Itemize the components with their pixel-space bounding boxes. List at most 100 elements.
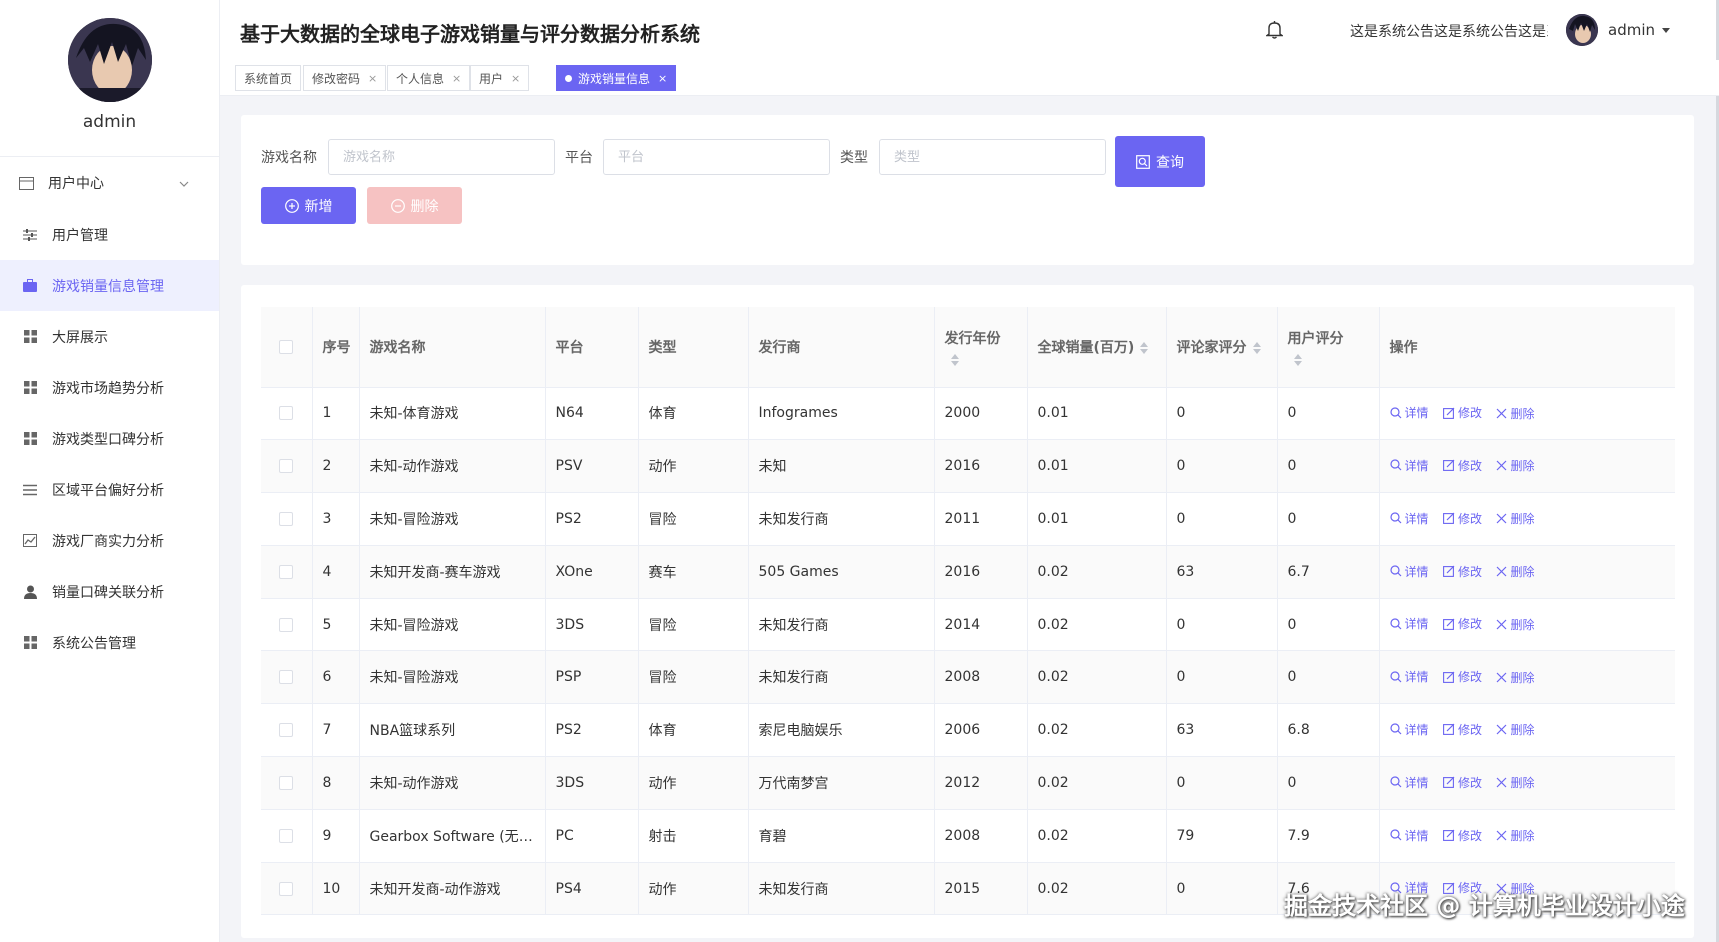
col-header-user-score[interactable]: 用户评分 — [1277, 307, 1380, 388]
sidebar-item-label: 用户管理 — [52, 227, 108, 244]
col-header-year[interactable]: 发行年份 — [934, 307, 1028, 388]
tab-game-sales[interactable]: 游戏销量信息 × — [556, 65, 677, 91]
cell-critic-score: 63 — [1166, 703, 1278, 758]
row-checkbox[interactable] — [279, 881, 293, 896]
row-checkbox[interactable] — [279, 775, 293, 790]
sidebar-item-market-trend[interactable]: 游戏市场趋势分析 — [0, 362, 219, 413]
row-select-cell — [261, 545, 313, 599]
close-icon[interactable]: × — [658, 72, 667, 85]
sort-icon[interactable] — [1293, 353, 1379, 366]
detail-button[interactable]: 详情 — [1389, 563, 1429, 580]
sidebar-item-sales-reputation[interactable]: 销量口碑关联分析 — [0, 566, 219, 617]
delete-label: 删除 — [1510, 617, 1535, 632]
add-button[interactable]: 新增 — [261, 187, 356, 224]
row-checkbox[interactable] — [279, 617, 293, 632]
search-icon — [1389, 776, 1401, 788]
type-input[interactable] — [879, 139, 1106, 175]
detail-button[interactable]: 详情 — [1389, 615, 1429, 632]
col-header-global-sales[interactable]: 全球销量(百万) — [1027, 307, 1167, 388]
detail-button[interactable]: 详情 — [1389, 457, 1429, 474]
edit-button[interactable]: 修改 — [1443, 827, 1482, 844]
bell-icon[interactable] — [1264, 20, 1285, 43]
table-row: 8 未知-动作游戏 3DS 动作 万代南梦宫 2012 0.02 0 0 详情 修改 删除 — [261, 756, 1675, 810]
row-checkbox[interactable] — [279, 564, 293, 579]
avatar[interactable] — [67, 18, 152, 102]
platform-input[interactable] — [603, 139, 830, 175]
delete-label: 删除 — [1510, 565, 1535, 580]
sidebar-item-publisher-strength[interactable]: 游戏厂商实力分析 — [0, 515, 219, 566]
sidebar-item-game-sales-management[interactable]: 游戏销量信息管理 — [0, 260, 219, 311]
row-checkbox[interactable] — [279, 511, 293, 526]
detail-button[interactable]: 详情 — [1389, 774, 1429, 791]
delete-button[interactable]: 删除 — [1496, 457, 1534, 474]
edit-button[interactable]: 修改 — [1443, 668, 1482, 685]
header-username[interactable]: admin — [1608, 21, 1655, 39]
edit-icon — [1443, 407, 1455, 419]
cell-index: 4 — [312, 545, 360, 599]
detail-button[interactable]: 详情 — [1389, 510, 1429, 527]
row-checkbox[interactable] — [279, 670, 293, 685]
sort-icon[interactable] — [1140, 341, 1149, 354]
detail-button[interactable]: 详情 — [1389, 827, 1429, 844]
tab-home[interactable]: 系统首页 — [235, 65, 302, 91]
cell-global-sales: 0.01 — [1027, 387, 1167, 441]
sidebar-item-big-screen[interactable]: 大屏展示 — [0, 311, 219, 362]
tab-profile[interactable]: 个人信息 × — [387, 65, 471, 91]
delete-button[interactable]: 删除 — [1496, 827, 1534, 844]
caret-down-icon[interactable] — [1662, 28, 1670, 33]
cell-year: 2008 — [934, 650, 1028, 705]
game-name-input[interactable] — [328, 139, 555, 175]
select-all-checkbox[interactable] — [279, 339, 293, 354]
row-checkbox[interactable] — [279, 459, 293, 474]
edit-button[interactable]: 修改 — [1443, 457, 1482, 474]
cell-index: 1 — [312, 387, 360, 441]
edit-button[interactable]: 修改 — [1443, 721, 1482, 738]
detail-button[interactable]: 详情 — [1389, 404, 1429, 421]
delete-button[interactable]: 删除 — [1496, 774, 1534, 791]
cell-index: 6 — [312, 650, 360, 705]
col-header-critic-score[interactable]: 评论家评分 — [1166, 307, 1278, 388]
cell-critic-score: 0 — [1166, 439, 1278, 494]
tab-user[interactable]: 用户 × — [470, 65, 530, 91]
delete-button[interactable]: 删除 — [1496, 616, 1534, 633]
cell-name: 未知开发商-动作游戏 — [359, 862, 546, 916]
minus-circle-icon — [390, 198, 405, 213]
delete-button[interactable]: 删除 — [1496, 669, 1534, 686]
delete-button[interactable]: 删除 — [1496, 510, 1534, 527]
detail-button[interactable]: 详情 — [1389, 668, 1429, 685]
sidebar-item-user-management[interactable]: 用户管理 — [0, 209, 219, 260]
cell-name: 未知-冒险游戏 — [359, 492, 546, 546]
table-row: 2 未知-动作游戏 PSV 动作 未知 2016 0.01 0 0 详情 修改 删除 — [261, 439, 1675, 494]
edit-button[interactable]: 修改 — [1443, 774, 1482, 791]
grid-icon — [22, 380, 38, 396]
sidebar-item-announcement[interactable]: 系统公告管理 — [0, 617, 219, 668]
sidebar-item-region-platform[interactable]: 区域平台偏好分析 — [0, 464, 219, 515]
edit-button[interactable]: 修改 — [1443, 510, 1482, 527]
cell-user-score: 0 — [1277, 650, 1380, 705]
edit-button[interactable]: 修改 — [1443, 404, 1482, 421]
sidebar-item-genre-reputation[interactable]: 游戏类型口碑分析 — [0, 413, 219, 464]
sidebar-group-user-center[interactable]: 用户中心 — [0, 157, 219, 209]
batch-delete-button[interactable]: 删除 — [367, 187, 462, 224]
cell-year: 2016 — [934, 545, 1028, 599]
delete-button[interactable]: 删除 — [1496, 405, 1534, 422]
detail-label: 详情 — [1404, 564, 1429, 579]
tab-change-password[interactable]: 修改密码 × — [303, 65, 387, 91]
row-checkbox[interactable] — [279, 828, 293, 843]
close-icon[interactable]: × — [452, 72, 461, 85]
delete-button[interactable]: 删除 — [1496, 563, 1534, 580]
delete-button[interactable]: 删除 — [1496, 721, 1534, 738]
cell-actions: 详情 修改 删除 — [1379, 809, 1675, 863]
row-checkbox[interactable] — [279, 406, 293, 421]
header-avatar[interactable] — [1566, 14, 1598, 46]
edit-button[interactable]: 修改 — [1443, 563, 1482, 580]
query-button[interactable]: 查询 — [1115, 136, 1205, 187]
sort-icon[interactable] — [950, 353, 1027, 366]
cell-platform: PSV — [545, 439, 639, 494]
row-checkbox[interactable] — [279, 723, 293, 738]
detail-button[interactable]: 详情 — [1389, 721, 1429, 738]
close-icon[interactable]: × — [511, 72, 520, 85]
sort-icon[interactable] — [1252, 341, 1261, 354]
close-icon[interactable]: × — [368, 72, 377, 85]
edit-button[interactable]: 修改 — [1443, 615, 1482, 632]
